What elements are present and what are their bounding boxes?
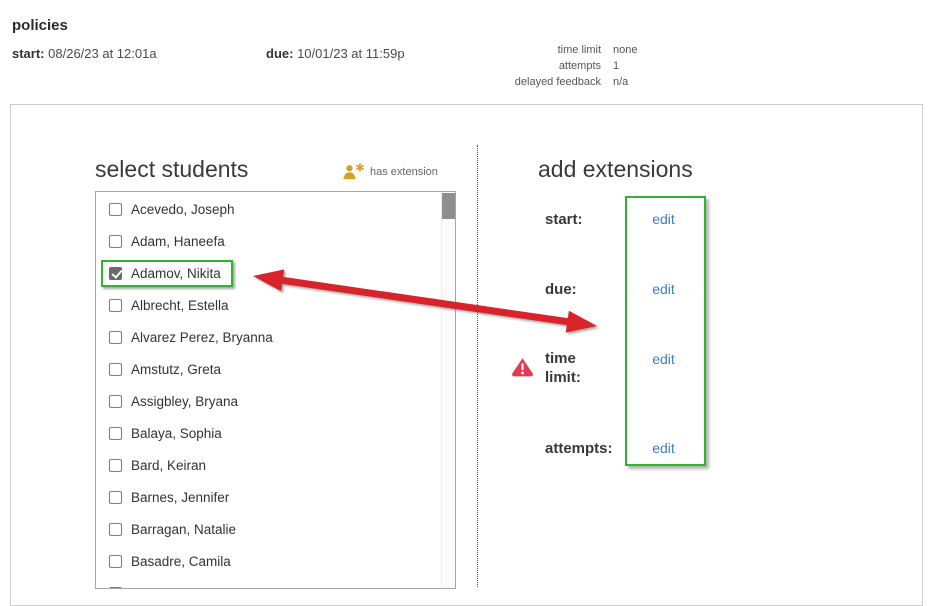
scrollbar-thumb[interactable] [442,193,455,219]
student-name: Barnes, Jennifer [131,490,229,505]
person-star-icon [343,163,365,180]
student-row-content: Bard, Keiran [109,458,206,473]
student-name: Adamov, Nikita [131,266,221,281]
time-limit-warning-icon [511,357,534,382]
extension-row-due: due: [545,280,577,299]
student-row: Acevedo, Joseph [96,193,455,225]
attempts-extension-label: attempts: [545,439,613,458]
student-checkbox[interactable] [109,363,122,376]
student-checkbox[interactable] [109,427,122,440]
student-row-content: Amstutz, Greta [109,362,221,377]
student-row-content: Acevedo, Joseph [109,202,235,217]
student-row: Amstutz, Greta [96,353,455,385]
student-list: Acevedo, Joseph Adam, Haneefa Adamov, Ni… [95,191,456,589]
student-checkbox[interactable] [109,555,122,568]
has-extension-label: has extension [370,166,438,178]
summary-value: 1 [613,60,637,72]
student-row: Assigbley, Bryana [96,385,455,417]
student-row: Basadre, Camila [96,545,455,577]
student-row-content: Adam, Haneefa [109,234,225,249]
assignment-start: start: 08/26/23 at 12:01a [12,46,157,61]
student-row-content: Adamov, Nikita [101,260,233,287]
student-row-content: Barnes, Jennifer [109,490,229,505]
summary-value: n/a [613,76,637,88]
summary-value: none [613,44,637,56]
student-row: Alvarez Perez, Bryanna [96,321,455,353]
student-checkbox[interactable] [109,395,122,408]
student-row-content: Balaya, Sophia [109,426,222,441]
student-checkbox[interactable] [109,267,122,280]
student-row: Barnes, Jennifer [96,481,455,513]
add-extensions-heading: add extensions [538,156,693,183]
start-value: 08/26/23 at 12:01a [48,46,156,61]
student-name: Adam, Haneefa [131,234,225,249]
start-extension-label: start: [545,210,583,229]
student-checkbox[interactable] [109,203,122,216]
student-row: Adam, Haneefa [96,225,455,257]
extension-row-time-limit: time limit: [545,349,599,387]
has-extension-legend: has extension [343,163,438,180]
summary-label: time limit [505,44,601,56]
select-students-heading: select students [95,156,248,183]
student-row: Bard, Keiran [96,449,455,481]
student-name: Albrecht, Estella [131,298,229,313]
student-row: Barragan, Natalie [96,513,455,545]
student-name: Assigbley, Bryana [131,394,238,409]
extension-row-start: start: [545,210,583,229]
student-row-content: Barragan, Natalie [109,522,236,537]
student-row-content: Basadre, Camila [109,554,231,569]
edit-attempts-link[interactable]: edit [625,440,702,456]
student-checkbox[interactable] [109,299,122,312]
student-row-content: Alvarez Perez, Bryanna [109,330,273,345]
policy-summary: time limit none attempts 1 delayed feedb… [505,44,637,88]
student-list-rows: Acevedo, Joseph Adam, Haneefa Adamov, Ni… [96,192,455,589]
student-checkbox[interactable] [109,331,122,344]
time-limit-extension-label: time limit: [545,349,599,387]
summary-label: delayed feedback [505,76,601,88]
extension-row-attempts: attempts: [545,439,613,458]
student-checkbox[interactable] [109,235,122,248]
student-row-content: Assigbley, Bryana [109,394,238,409]
due-value: 10/01/23 at 11:59p [297,46,404,61]
student-row: Balaya, Sophia [96,417,455,449]
student-row: Albrecht, Estella [96,289,455,321]
start-label: start: [12,46,45,61]
student-name: Barragan, Natalie [131,522,236,537]
student-list-scrollbar[interactable] [441,192,455,588]
student-checkbox[interactable] [109,459,122,472]
due-label: due: [266,46,293,61]
student-row [96,577,455,589]
student-row-content: Albrecht, Estella [109,298,229,313]
student-name: Bard, Keiran [131,458,206,473]
student-checkbox[interactable] [109,491,122,504]
assignment-due: due: 10/01/23 at 11:59p [266,46,405,61]
student-name: Amstutz, Greta [131,362,221,377]
student-checkbox[interactable] [109,523,122,536]
edit-start-link[interactable]: edit [625,211,702,227]
edit-due-link[interactable]: edit [625,281,702,297]
student-row: Adamov, Nikita [96,257,455,289]
student-name: Alvarez Perez, Bryanna [131,330,273,345]
page-title: policies [12,17,68,34]
edit-time-limit-link[interactable]: edit [625,351,702,367]
student-name: Basadre, Camila [131,554,231,569]
panel-divider [477,145,478,587]
summary-label: attempts [505,60,601,72]
due-extension-label: due: [545,280,577,299]
student-name: Balaya, Sophia [131,426,222,441]
student-name: Acevedo, Joseph [131,202,235,217]
